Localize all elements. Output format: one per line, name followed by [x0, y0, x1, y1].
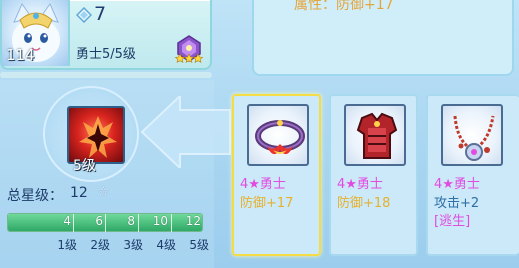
level-label: 5级 [189, 238, 209, 252]
armor-icon [344, 104, 406, 166]
equipment-name: 4★勇士 [337, 177, 383, 192]
rank-badge-icon [174, 35, 204, 63]
attribute-text: 属性：防御+17 [294, 0, 394, 13]
progress-ticks: 4 6 8 10 12 [7, 214, 203, 232]
attribute-panel: 属性：防御+17 [252, 0, 514, 76]
tier-label: 5级 [73, 158, 96, 174]
equipment-tag: [逃生] [434, 214, 471, 229]
hero-divider-bar [0, 72, 212, 78]
level-label: 3级 [123, 238, 143, 252]
equipment-card[interactable]: 4★勇士 攻击+2 [逃生] [426, 94, 519, 256]
equipment-card[interactable]: 4★勇士 防御+17 [232, 94, 321, 256]
level-label: 1级 [57, 238, 77, 252]
level-label: 4级 [156, 238, 176, 252]
equipment-name: 4★勇士 [434, 177, 480, 192]
equipment-stat: 防御+18 [337, 196, 391, 211]
hero-portrait-icon: 114 [2, 0, 70, 66]
tick-label: 8 [127, 214, 135, 228]
tick-label: 12 [185, 214, 201, 228]
hero-level: 114 [6, 46, 35, 64]
gem-count: 7 [94, 3, 107, 25]
equipment-card[interactable]: 4★勇士 防御+18 [329, 94, 418, 256]
diamond-icon [76, 7, 92, 23]
tick-label: 4 [63, 214, 71, 228]
hero-card[interactable]: 114 7 勇士5/5级 [0, 0, 212, 70]
level-label: 2级 [90, 238, 110, 252]
tick-label: 10 [152, 214, 168, 228]
equipment-stat: 攻击+2 [434, 196, 480, 211]
total-star-label: 总星级： [7, 188, 63, 204]
arrow-left-icon [140, 96, 231, 168]
necklace-icon [441, 104, 503, 166]
star-icon: ☆ [97, 184, 110, 200]
level-labels: 1级 2级 3级 4级 5级 [7, 236, 212, 252]
equipment-name: 4★勇士 [240, 177, 286, 192]
tick-label: 6 [95, 214, 103, 228]
hero-rank: 勇士5/5级 [76, 47, 136, 62]
bracelet-icon [247, 104, 309, 166]
equipment-stat: 防御+17 [240, 196, 294, 211]
total-star-value: 12 [70, 185, 88, 201]
